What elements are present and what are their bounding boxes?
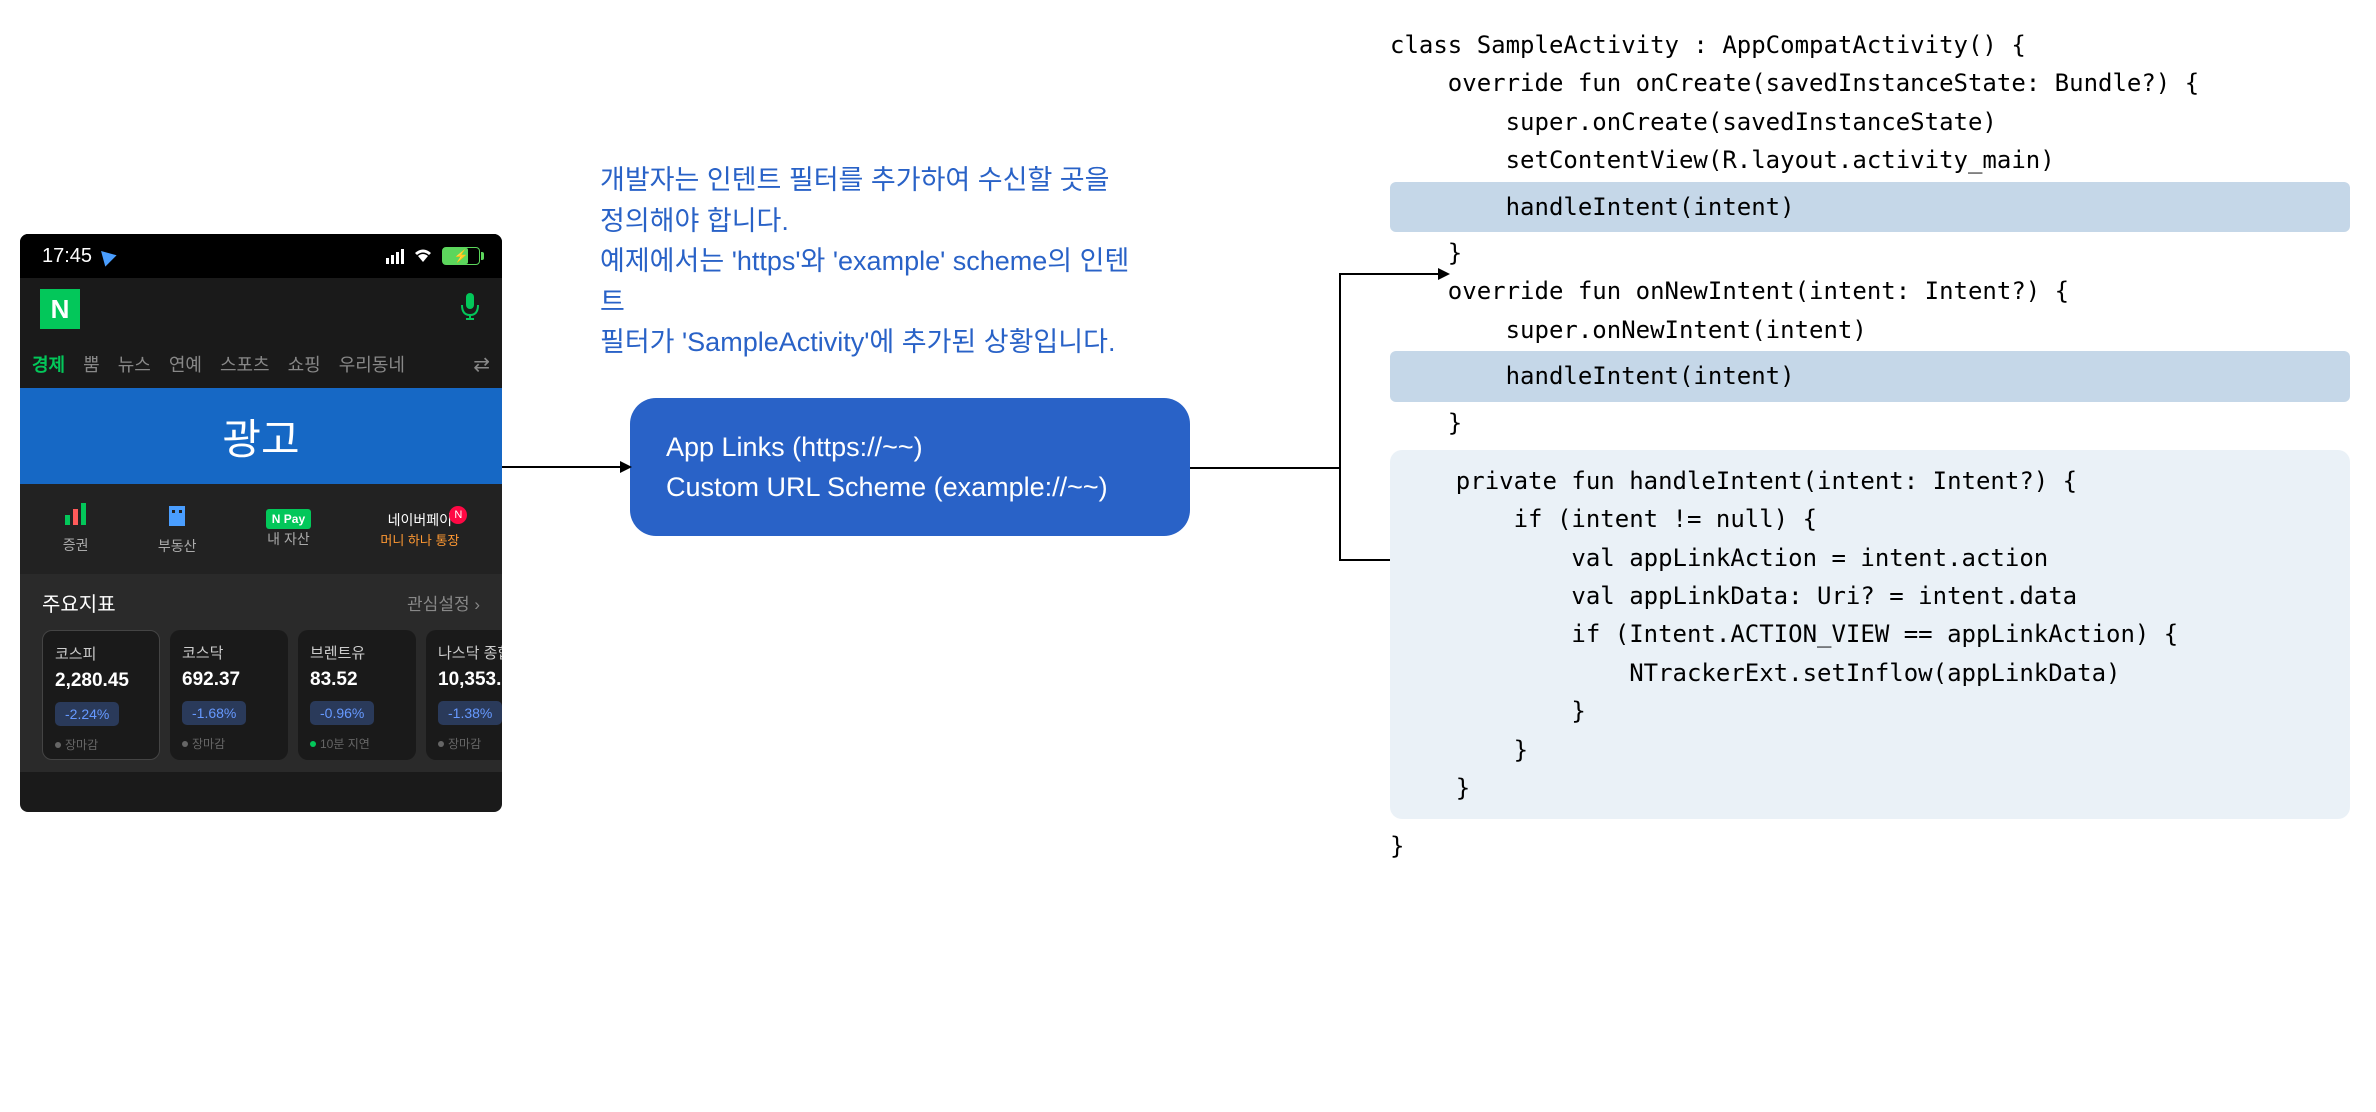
section-title: 주요지표 xyxy=(42,588,116,617)
tab-1[interactable]: 뿜 xyxy=(83,351,100,377)
index-value: 83.52 xyxy=(310,669,404,691)
app-links-line: App Links (https://~~) xyxy=(666,427,1154,468)
code-line: NTrackerExt.setInflow(appLinkData) xyxy=(1398,654,2342,692)
code-line: class SampleActivity : AppCompatActivity… xyxy=(1390,26,2350,64)
index-name: 코스피 xyxy=(55,643,147,664)
code-line-highlight: handleIntent(intent) xyxy=(1390,351,2350,401)
index-cards-row: 코스피 2,280.45 -2.24% 장마감 코스닥 692.37 -1.68… xyxy=(20,630,502,772)
code-line: private fun handleIntent(intent: Intent?… xyxy=(1398,462,2342,500)
code-line: } xyxy=(1390,234,2350,272)
desc-line: 필터가 'SampleActivity'에 추가된 상황입니다. xyxy=(600,322,1150,363)
status-icons: ⚡ xyxy=(386,245,480,268)
index-change: -0.96% xyxy=(310,701,374,725)
shortcut-stocks[interactable]: 증권 xyxy=(63,503,89,555)
index-status: 장마감 xyxy=(55,736,147,753)
signal-icon xyxy=(386,249,404,264)
shortcut-naverpay[interactable]: 네이버페이 머니 하나 통장 xyxy=(380,510,459,549)
index-change: -2.24% xyxy=(55,702,119,726)
code-line: } xyxy=(1398,769,2342,807)
status-bar: 17:45 ⚡ xyxy=(20,234,502,278)
section-settings-link[interactable]: 관심설정 › xyxy=(407,590,480,615)
code-line: override fun onNewIntent(intent: Intent?… xyxy=(1390,272,2350,310)
shortcut-sublabel: 머니 하나 통장 xyxy=(380,530,459,549)
ad-banner[interactable]: 광고 xyxy=(20,388,502,484)
tab-news[interactable]: 뉴스 xyxy=(118,351,151,377)
code-line: if (Intent.ACTION_VIEW == appLinkAction)… xyxy=(1398,615,2342,653)
code-box-handleintent: private fun handleIntent(intent: Intent?… xyxy=(1390,450,2350,820)
index-change: -1.68% xyxy=(182,701,246,725)
index-name: 브렌트유 xyxy=(310,642,404,663)
code-line: } xyxy=(1390,404,2350,442)
code-block: class SampleActivity : AppCompatActivity… xyxy=(1390,26,2350,866)
shortcut-row: 증권 부동산 N Pay 내 자산 네이버페이 머니 하나 통장 xyxy=(20,484,502,574)
index-card-kospi[interactable]: 코스피 2,280.45 -2.24% 장마감 xyxy=(42,630,160,760)
desc-line: 정의해야 합니다. xyxy=(600,201,1150,242)
custom-scheme-line: Custom URL Scheme (example://~~) xyxy=(666,467,1154,508)
tab-sports[interactable]: 스포츠 xyxy=(220,351,270,377)
shortcut-label: 부동산 xyxy=(158,536,197,556)
index-status: 장마감 xyxy=(438,735,502,752)
code-line-highlight: handleIntent(intent) xyxy=(1390,182,2350,232)
desc-line: 개발자는 인텐트 필터를 추가하여 수신할 곳을 xyxy=(600,160,1150,201)
chart-icon xyxy=(63,503,89,531)
shortcut-label: 네이버페이 xyxy=(380,510,459,530)
links-box: App Links (https://~~) Custom URL Scheme… xyxy=(630,398,1190,536)
tab-swap-icon[interactable]: ⇄ xyxy=(473,352,490,377)
mic-icon[interactable] xyxy=(458,291,482,328)
index-value: 2,280.45 xyxy=(55,670,147,692)
index-card-brent[interactable]: 브렌트유 83.52 -0.96% 10분 지연 xyxy=(298,630,416,760)
tab-bar: 경제 뿜 뉴스 연예 스포츠 쇼핑 우리동네 ⇄ xyxy=(20,340,502,388)
index-card-nasdaq[interactable]: 나스닥 종합 10,353.2 -1.38% 장마감 xyxy=(426,630,502,760)
code-line: override fun onCreate(savedInstanceState… xyxy=(1390,64,2350,102)
desc-line: 예제에서는 'https'와 'example' scheme의 인텐트 xyxy=(600,241,1150,322)
code-line: val appLinkAction = intent.action xyxy=(1398,539,2342,577)
code-line: val appLinkData: Uri? = intent.data xyxy=(1398,577,2342,615)
code-line: } xyxy=(1398,692,2342,730)
status-time: 17:45 xyxy=(42,245,92,268)
phone-screenshot: 17:45 ⚡ N 경제 뿜 뉴스 연예 스포츠 쇼핑 우리동네 ⇄ xyxy=(20,234,502,812)
tab-local[interactable]: 우리동네 xyxy=(339,351,405,377)
index-status: 10분 지연 xyxy=(310,735,404,752)
code-line: if (intent != null) { xyxy=(1398,500,2342,538)
section-header: 주요지표 관심설정 › xyxy=(20,574,502,630)
battery-icon: ⚡ xyxy=(442,247,480,265)
index-change: -1.38% xyxy=(438,701,502,725)
description-text: 개발자는 인텐트 필터를 추가하여 수신할 곳을 정의해야 합니다. 예제에서는… xyxy=(600,160,1150,363)
shortcut-assets[interactable]: N Pay 내 자산 xyxy=(266,509,311,549)
building-icon xyxy=(158,502,197,532)
code-line: super.onCreate(savedInstanceState) xyxy=(1390,103,2350,141)
code-line: super.onNewIntent(intent) xyxy=(1390,311,2350,349)
index-status: 장마감 xyxy=(182,735,276,752)
index-name: 코스닥 xyxy=(182,642,276,663)
tab-shop[interactable]: 쇼핑 xyxy=(288,351,321,377)
arrow-phone-to-box xyxy=(502,454,632,484)
shortcut-realestate[interactable]: 부동산 xyxy=(158,502,197,556)
code-line: } xyxy=(1390,827,2350,865)
tab-ent[interactable]: 연예 xyxy=(169,351,202,377)
index-card-kosdaq[interactable]: 코스닥 692.37 -1.68% 장마감 xyxy=(170,630,288,760)
ad-label: 광고 xyxy=(222,406,299,467)
tab-economy[interactable]: 경제 xyxy=(32,351,65,377)
index-value: 692.37 xyxy=(182,669,276,691)
code-line: setContentView(R.layout.activity_main) xyxy=(1390,141,2350,179)
shortcut-label: 증권 xyxy=(63,535,89,555)
naver-logo[interactable]: N xyxy=(40,289,80,329)
code-line: } xyxy=(1398,731,2342,769)
app-header: N xyxy=(20,278,502,340)
index-value: 10,353.2 xyxy=(438,669,502,691)
npay-icon: N Pay xyxy=(266,509,311,529)
location-icon xyxy=(95,245,116,266)
shortcut-label: 내 자산 xyxy=(266,529,311,549)
index-name: 나스닥 종합 xyxy=(438,642,502,663)
wifi-icon xyxy=(412,245,434,268)
